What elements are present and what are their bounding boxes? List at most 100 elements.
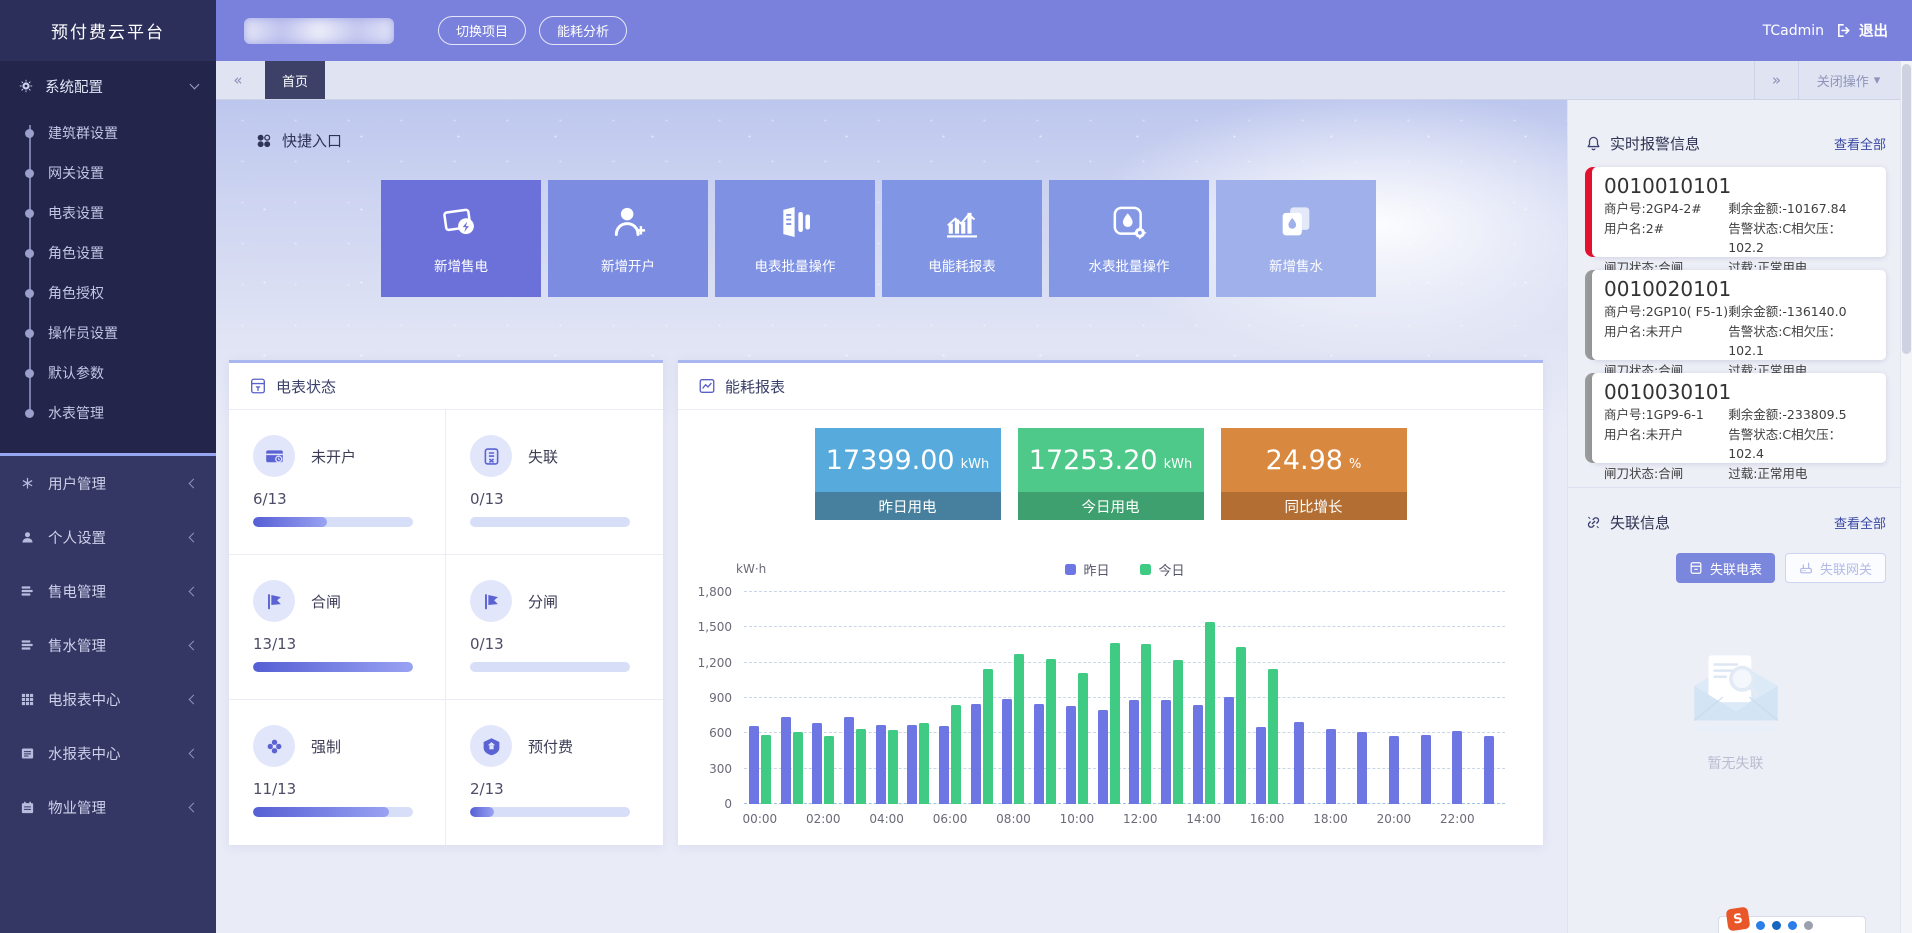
bar-昨日[interactable]: [781, 717, 791, 804]
bar-昨日[interactable]: [844, 717, 854, 804]
sidebar-item-6[interactable]: 物业管理: [0, 780, 216, 834]
legend-item-0[interactable]: 昨日: [1064, 560, 1109, 579]
switch-project-button[interactable]: 切换项目: [438, 16, 526, 45]
toolbar-gray-icon[interactable]: [1804, 921, 1813, 930]
bar-昨日[interactable]: [1294, 722, 1304, 804]
y-tick-label: 1,500: [698, 620, 732, 634]
alarm-card-0[interactable]: 0010010101商户号:2GP4-2#剩余金额:-10167.84用户名:2…: [1585, 167, 1886, 257]
bar-今日[interactable]: [1205, 622, 1215, 804]
bar-今日[interactable]: [1173, 660, 1183, 804]
bar-昨日[interactable]: [1129, 700, 1139, 804]
bar-昨日[interactable]: [1357, 732, 1367, 804]
legend-item-1[interactable]: 今日: [1140, 560, 1185, 579]
meter-status-card[interactable]: 分闸0/13: [446, 555, 663, 700]
bar-昨日[interactable]: [1224, 697, 1234, 804]
tab-home[interactable]: 首页: [265, 61, 325, 99]
bar-昨日[interactable]: [1389, 736, 1399, 804]
bar-今日[interactable]: [1046, 659, 1056, 804]
meter-status-card[interactable]: 强制11/13: [229, 700, 446, 845]
sidebar-item-4[interactable]: 电报表中心: [0, 672, 216, 726]
bar-今日[interactable]: [824, 736, 834, 804]
bar-昨日[interactable]: [1002, 699, 1012, 804]
sidebar-subitem[interactable]: 操作员设置: [0, 313, 216, 353]
bar-昨日[interactable]: [971, 704, 981, 804]
toolbar-blue-icon[interactable]: [1756, 921, 1765, 930]
bar-今日[interactable]: [1236, 647, 1246, 804]
bar-昨日[interactable]: [1421, 735, 1431, 804]
sidebar-subitem[interactable]: 默认参数: [0, 353, 216, 393]
quick-tile-4[interactable]: 水表批量操作: [1049, 180, 1209, 297]
sidebar-item-2[interactable]: 售电管理: [0, 564, 216, 618]
meter-status-card[interactable]: 预付费2/13: [446, 700, 663, 845]
bar-昨日[interactable]: [812, 723, 822, 804]
energy-analysis-button[interactable]: 能耗分析: [539, 16, 627, 45]
bar-今日[interactable]: [793, 732, 803, 804]
bar-今日[interactable]: [1268, 669, 1278, 804]
toolbar-blue3-icon[interactable]: [1788, 921, 1797, 930]
sidebar-subitem[interactable]: 建筑群设置: [0, 113, 216, 153]
sidebar-subitem[interactable]: 角色授权: [0, 273, 216, 313]
toolbar-blue2-icon[interactable]: [1772, 921, 1781, 930]
scrollbar-thumb[interactable]: [1902, 64, 1911, 354]
bar-今日[interactable]: [761, 735, 771, 804]
bar-昨日[interactable]: [1256, 727, 1266, 804]
bar-今日[interactable]: [1078, 673, 1088, 804]
bar-今日[interactable]: [888, 730, 898, 804]
window-scrollbar[interactable]: [1900, 61, 1912, 933]
bar-昨日[interactable]: [907, 725, 917, 804]
offline-gateway-button[interactable]: 失联网关: [1785, 553, 1886, 583]
toolbar-logo-icon[interactable]: S: [1726, 907, 1751, 932]
floating-toolbar[interactable]: S: [1718, 916, 1866, 933]
bar-昨日[interactable]: [1452, 731, 1462, 804]
bar-昨日[interactable]: [1034, 704, 1044, 804]
sidebar-subitem[interactable]: 角色设置: [0, 233, 216, 273]
sidebar-item-5[interactable]: 水报表中心: [0, 726, 216, 780]
meter-status-card[interactable]: 未开户6/13: [229, 410, 446, 555]
close-operations-dropdown[interactable]: 关闭操作 ▾: [1798, 61, 1898, 99]
tabs-scroll-left-icon[interactable]: «: [216, 61, 260, 99]
quick-tile-3[interactable]: 电能耗报表: [882, 180, 1042, 297]
bar-昨日[interactable]: [1098, 710, 1108, 804]
logout-button[interactable]: 退出: [1836, 20, 1888, 41]
alarm-card-2[interactable]: 0010030101商户号:1GP9-6-1剩余金额:-233809.5用户名:…: [1585, 373, 1886, 463]
offline-view-all-link[interactable]: 查看全部: [1834, 513, 1886, 532]
alarm-card-1[interactable]: 0010020101商户号:2GP10( F5-1)剩余金额:-136140.0…: [1585, 270, 1886, 360]
bar-今日[interactable]: [1110, 643, 1120, 804]
sidebar-item-3[interactable]: 售水管理: [0, 618, 216, 672]
bar-昨日[interactable]: [1193, 705, 1203, 804]
bar-昨日[interactable]: [1161, 700, 1171, 804]
meter-status-card[interactable]: 合闸13/13: [229, 555, 446, 700]
sidebar-subitem[interactable]: 水表管理: [0, 393, 216, 433]
legend-label: 昨日: [1083, 560, 1109, 579]
sidebar-item-system-config[interactable]: 系统配置: [0, 61, 216, 111]
right-panel: 实时报警信息 查看全部 0010010101商户号:2GP4-2#剩余金额:-1…: [1567, 100, 1912, 933]
bar-今日[interactable]: [1141, 644, 1151, 804]
tabs-scroll-right-icon[interactable]: »: [1754, 61, 1798, 99]
quick-tile-5[interactable]: 新增售水: [1216, 180, 1376, 297]
bar-今日[interactable]: [951, 705, 961, 804]
bar-昨日[interactable]: [939, 726, 949, 804]
alarm-view-all-link[interactable]: 查看全部: [1834, 134, 1886, 153]
x-tick-label: 20:00: [1377, 812, 1412, 826]
quick-tile-2[interactable]: 电表批量操作: [715, 180, 875, 297]
energy-stat-unit: kWh: [1164, 457, 1193, 472]
bar-昨日[interactable]: [876, 725, 886, 804]
bar-昨日[interactable]: [1484, 736, 1494, 804]
chart-legend: 昨日 今日: [1064, 560, 1184, 579]
bar-昨日[interactable]: [1326, 729, 1336, 804]
sidebar-item-1[interactable]: 个人设置: [0, 510, 216, 564]
bar-今日[interactable]: [983, 669, 993, 804]
meter-status-card[interactable]: 失联0/13: [446, 410, 663, 555]
offline-meter-button[interactable]: 失联电表: [1676, 553, 1775, 583]
sidebar-subitem[interactable]: 电表设置: [0, 193, 216, 233]
bar-今日[interactable]: [1014, 654, 1024, 804]
meter-card-label: 预付费: [528, 736, 573, 757]
bar-昨日[interactable]: [749, 726, 759, 804]
quick-tile-0[interactable]: 新增售电: [381, 180, 541, 297]
bar-今日[interactable]: [919, 723, 929, 804]
sidebar-subitem[interactable]: 网关设置: [0, 153, 216, 193]
bar-今日[interactable]: [856, 729, 866, 804]
sidebar-item-0[interactable]: 用户管理: [0, 456, 216, 510]
bar-昨日[interactable]: [1066, 706, 1076, 804]
quick-tile-1[interactable]: 新增开户: [548, 180, 708, 297]
